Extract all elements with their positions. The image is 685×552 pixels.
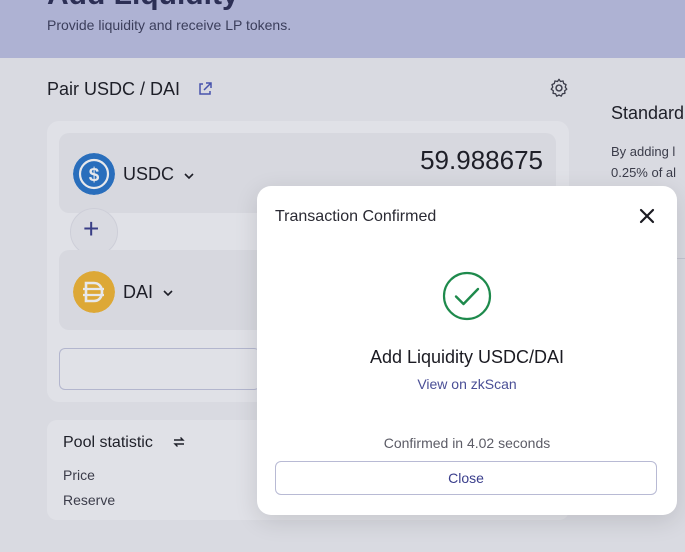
success-check-icon [442, 271, 492, 321]
transaction-confirmed-modal: Transaction Confirmed Add Liquidity USDC… [257, 186, 677, 515]
modal-title: Transaction Confirmed [275, 208, 437, 225]
close-icon[interactable] [638, 207, 656, 225]
confirmation-time-text: Confirmed in 4.02 seconds [383, 435, 551, 451]
close-button[interactable]: Close [275, 461, 657, 495]
view-on-zkscan-link[interactable]: View on zkScan [257, 376, 677, 392]
modal-heading: Add Liquidity USDC/DAI [369, 347, 565, 367]
